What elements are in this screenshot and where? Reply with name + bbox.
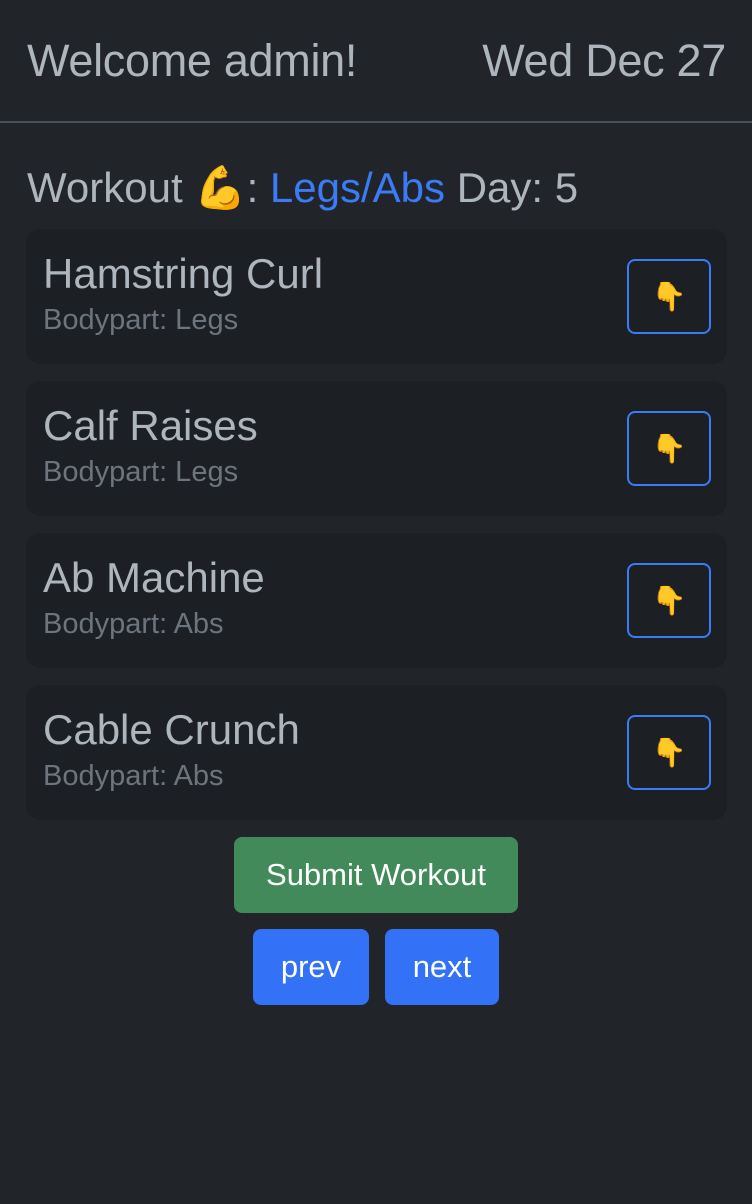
exercise-name: Cable Crunch [43,706,300,753]
next-button[interactable]: next [385,929,499,1005]
exercise-name: Calf Raises [43,402,258,449]
submit-workout-button[interactable]: Submit Workout [234,837,518,913]
workout-actions: Submit Workout prev next [0,837,752,1005]
exercise-select-button[interactable]: 👇 [627,259,711,334]
pointing-down-icon: 👇 [651,737,687,768]
workout-day: Day: 5 [456,164,579,211]
workout-label: Workout 💪: [27,164,259,211]
pointing-down-icon: 👇 [651,585,687,616]
exercise-card: Ab Machine Bodypart: Abs 👇 [26,533,727,668]
exercise-bodypart: Bodypart: Abs [43,760,224,792]
workout-title: Workout 💪: Legs/Abs Day: 5 [27,163,752,213]
exercise-select-button[interactable]: 👇 [627,715,711,790]
exercise-name: Hamstring Curl [43,250,324,297]
exercise-bodypart: Bodypart: Legs [43,456,239,488]
exercise-select-button[interactable]: 👇 [627,411,711,486]
welcome-text: Welcome admin! [27,34,358,86]
exercise-card: Calf Raises Bodypart: Legs 👇 [26,381,727,516]
exercise-card: Hamstring Curl Bodypart: Legs 👇 [26,229,727,364]
exercise-name: Ab Machine [43,554,265,601]
exercise-bodypart: Bodypart: Abs [43,608,224,640]
pagination: prev next [253,929,499,1005]
pointing-down-icon: 👇 [651,281,687,312]
workout-name: Legs/Abs [269,164,446,211]
pointing-down-icon: 👇 [651,433,687,464]
exercise-list: Hamstring Curl Bodypart: Legs 👇 Calf Rai… [26,229,727,820]
prev-button[interactable]: prev [253,929,369,1005]
exercise-card: Cable Crunch Bodypart: Abs 👇 [26,685,727,820]
top-header: Welcome admin! Wed Dec 27 [0,0,752,123]
current-date: Wed Dec 27 [482,34,726,86]
exercise-select-button[interactable]: 👇 [627,563,711,638]
exercise-bodypart: Bodypart: Legs [43,304,239,336]
